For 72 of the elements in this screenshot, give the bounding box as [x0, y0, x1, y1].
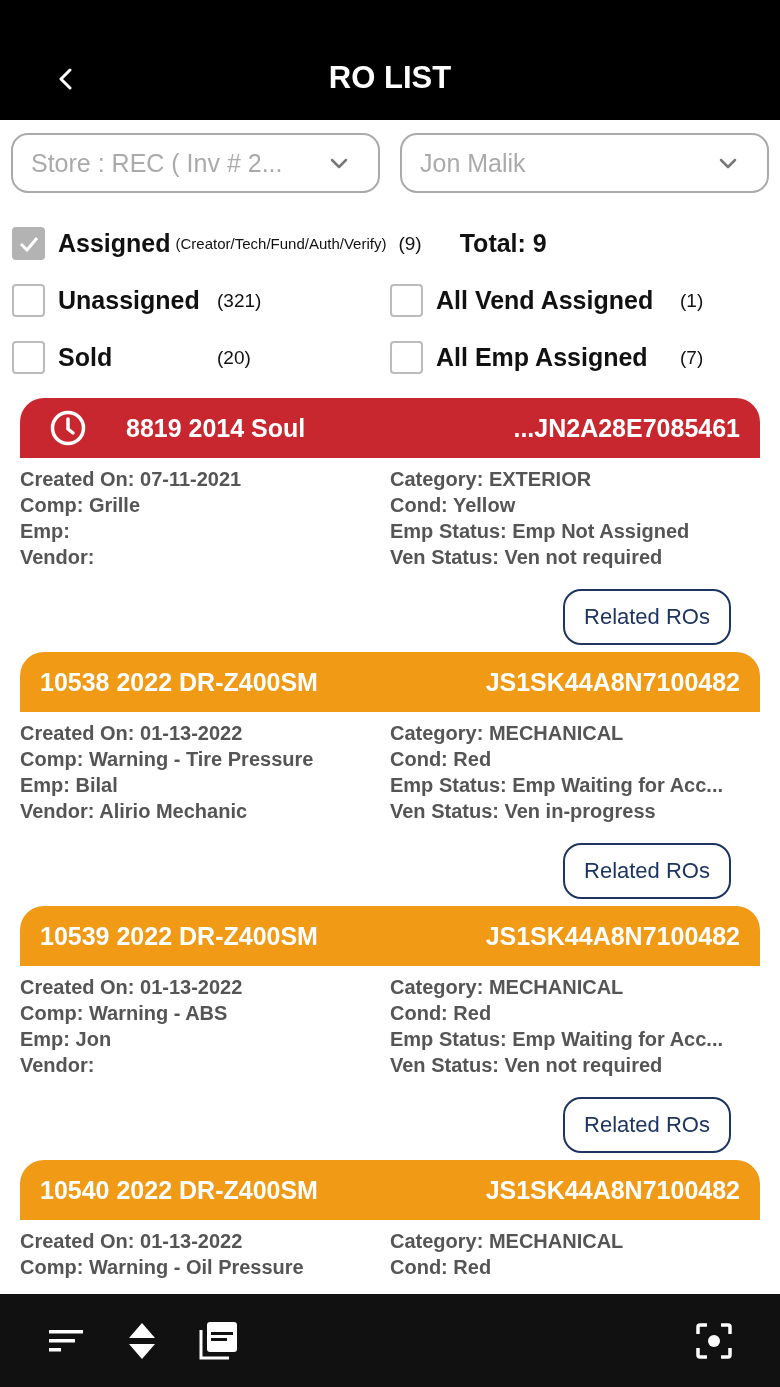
check-icon — [17, 234, 40, 253]
checkbox[interactable] — [390, 341, 423, 374]
ro-title: 10539 2022 DR-Z400SM — [40, 921, 318, 951]
vin-number: JS1SK44A8N7100482 — [485, 921, 740, 951]
detail-text: Ven Status: Ven in-progress — [390, 799, 657, 824]
filter-count: (9) — [398, 232, 422, 255]
filter-note: (Creator/Tech/Fund/Auth/Verify) — [175, 235, 387, 252]
detail-text: Category: MECHANICAL — [390, 975, 625, 1000]
filter-count: (7) — [680, 346, 704, 369]
detail-text: Comp: Grille — [20, 493, 141, 518]
detail-text: Category: MECHANICAL — [390, 721, 625, 746]
filter-label: Sold — [58, 343, 114, 372]
detail-text: Category: EXTERIOR — [390, 467, 593, 492]
detail-text: Cond: Red — [390, 1001, 493, 1026]
detail-text: Emp: Bilal — [20, 773, 119, 798]
vin-number: ...JN2A28E7085461 — [513, 413, 740, 443]
detail-text: Category: MECHANICAL — [390, 1229, 625, 1254]
page-title: RO LIST — [328, 60, 452, 96]
filter-label: Assigned — [58, 229, 171, 258]
dropdown[interactable]: Store : REC ( Inv # 2... — [11, 133, 380, 193]
scan-icon[interactable] — [696, 1322, 732, 1359]
checkbox[interactable] — [12, 227, 45, 260]
sort-icon[interactable] — [49, 1327, 83, 1354]
card-header[interactable]: 8819 2014 Soul ...JN2A28E7085461 — [20, 398, 760, 458]
detail-text: Vendor: — [20, 1053, 96, 1078]
card-header[interactable]: 10538 2022 DR-Z400SM JS1SK44A8N7100482 — [20, 652, 760, 712]
detail-text: Cond: Red — [390, 1255, 493, 1280]
filter-count: (20) — [217, 346, 251, 369]
ro-title: 10540 2022 DR-Z400SM — [40, 1175, 318, 1205]
total-count: Total: 9 — [459, 229, 547, 258]
detail-text: Emp: — [20, 519, 71, 544]
documents-icon[interactable] — [199, 1321, 237, 1360]
clock-icon — [50, 410, 86, 446]
detail-text: Comp: Warning - Oil Pressure — [20, 1255, 305, 1280]
checkbox[interactable] — [12, 284, 45, 317]
checkbox[interactable] — [390, 284, 423, 317]
related-ros-button[interactable]: Related ROs — [563, 1097, 731, 1153]
ro-title: 8819 2014 Soul — [126, 413, 306, 443]
chevron-icon — [330, 157, 348, 169]
detail-text: Ven Status: Ven not required — [390, 1053, 664, 1078]
related-ros-button[interactable]: Related ROs — [563, 589, 731, 645]
filter-label: All Emp Assigned — [436, 343, 649, 372]
detail-text: Vendor: Alirio Mechanic — [20, 799, 249, 824]
filter-count: (321) — [217, 289, 262, 312]
filter-count: (1) — [680, 289, 704, 312]
detail-text: Emp Status: Emp Waiting for Acc... — [390, 1027, 724, 1052]
chevron-icon — [719, 157, 737, 169]
ro-title: 10538 2022 DR-Z400SM — [40, 667, 318, 697]
detail-text: Comp: Warning - ABS — [20, 1001, 229, 1026]
card-header[interactable]: 10539 2022 DR-Z400SM JS1SK44A8N7100482 — [20, 906, 760, 966]
filter-label: Unassigned — [58, 286, 201, 315]
vin-number: JS1SK44A8N7100482 — [485, 1175, 740, 1205]
detail-text: Cond: Yellow — [390, 493, 517, 518]
detail-text: Ven Status: Ven not required — [390, 545, 664, 570]
back-icon[interactable] — [58, 68, 72, 90]
detail-text: Comp: Warning - Tire Pressure — [20, 747, 315, 772]
detail-text: Created On: 01-13-2022 — [20, 721, 244, 746]
filter-label: All Vend Assigned — [436, 286, 655, 315]
detail-text: Cond: Red — [390, 747, 493, 772]
detail-text: Created On: 01-13-2022 — [20, 975, 244, 1000]
detail-text: Emp: Jon — [20, 1027, 113, 1052]
detail-text: Emp Status: Emp Waiting for Acc... — [390, 773, 724, 798]
dropdown[interactable]: Jon Malik — [400, 133, 769, 193]
related-ros-button[interactable]: Related ROs — [563, 843, 731, 899]
card-header[interactable]: 10540 2022 DR-Z400SM JS1SK44A8N7100482 — [20, 1160, 760, 1220]
vin-number: JS1SK44A8N7100482 — [485, 667, 740, 697]
detail-text: Created On: 01-13-2022 — [20, 1229, 244, 1254]
detail-text: Emp Status: Emp Not Assigned — [390, 519, 691, 544]
up-down-icon[interactable] — [128, 1322, 156, 1359]
detail-text: Vendor: — [20, 545, 96, 570]
detail-text: Created On: 07-11-2021 — [20, 467, 243, 492]
checkbox[interactable] — [12, 341, 45, 374]
